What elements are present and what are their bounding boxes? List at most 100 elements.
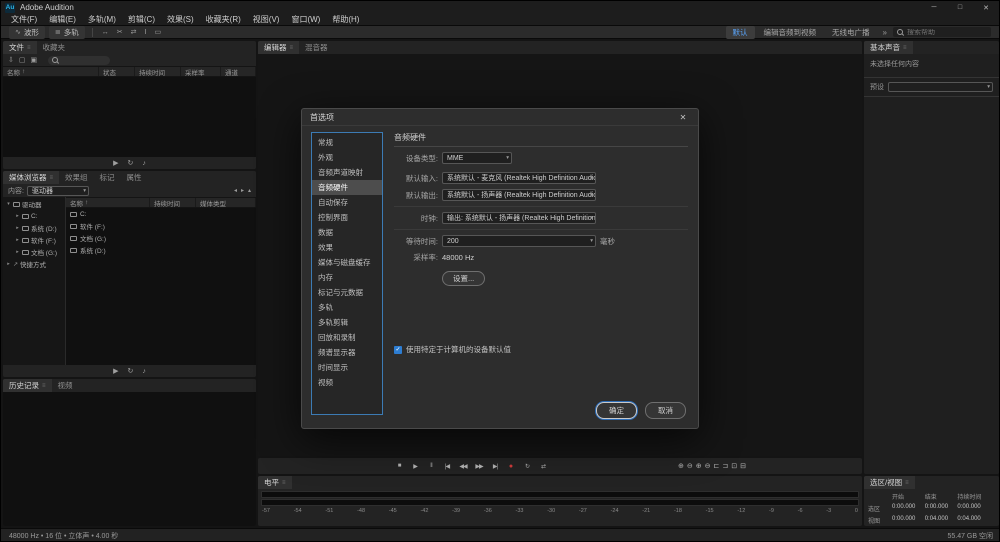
- selection-duration-value[interactable]: 0:00.000: [957, 504, 995, 513]
- nav-item-appearance[interactable]: 外观: [312, 150, 382, 165]
- column-sample-rate[interactable]: 采样率: [181, 67, 221, 76]
- preview-loop-button[interactable]: ↻: [128, 367, 134, 375]
- pause-button[interactable]: ‖: [424, 461, 438, 472]
- zoom-out-vertical-button[interactable]: ⊖: [705, 462, 711, 470]
- nav-item-markers-metadata[interactable]: 标记与元数据: [312, 285, 382, 300]
- stop-button[interactable]: ■: [392, 461, 406, 472]
- razor-tool-icon[interactable]: ✂: [115, 28, 125, 36]
- maximize-button[interactable]: □: [947, 1, 973, 14]
- workspace-tab-edit-audio-to-video[interactable]: 编辑音频到视频: [757, 26, 824, 39]
- tab-properties[interactable]: 属性: [121, 171, 148, 184]
- panel-menu-icon[interactable]: ≡: [282, 480, 286, 486]
- workspace-overflow-icon[interactable]: »: [879, 28, 891, 37]
- default-input-select[interactable]: 系统默认 - 麦克风 (Realtek High Definition Audi…: [442, 172, 596, 184]
- view-end-value[interactable]: 0:04.000: [925, 516, 958, 525]
- menu-edit[interactable]: 编辑(E): [43, 14, 82, 25]
- preview-volume-button[interactable]: ♪: [142, 160, 146, 167]
- tree-collapsed-icon[interactable]: ▸: [15, 225, 20, 231]
- tab-effects-rack[interactable]: 效果组: [59, 171, 94, 184]
- tree-item-drives[interactable]: ▾ 驱动器: [3, 198, 65, 210]
- zoom-in-point-button[interactable]: ⊏: [714, 462, 720, 470]
- skip-selection-button[interactable]: ⇄: [536, 461, 550, 472]
- view-duration-value[interactable]: 0:04.000: [957, 516, 995, 525]
- multitrack-view-button[interactable]: ≣ 多轨: [49, 26, 85, 39]
- record-button[interactable]: ●: [504, 461, 518, 472]
- tree-collapsed-icon[interactable]: ▸: [15, 213, 20, 219]
- nav-item-effects[interactable]: 效果: [312, 240, 382, 255]
- time-selection-tool-icon[interactable]: I: [143, 29, 149, 36]
- tab-video[interactable]: 视频: [52, 379, 79, 392]
- tab-selection-view[interactable]: 选区/视图 ≡: [864, 476, 915, 489]
- list-item[interactable]: 文档 (G:): [66, 232, 256, 244]
- preview-play-button[interactable]: ▶: [113, 159, 118, 167]
- nav-item-video[interactable]: 视频: [312, 375, 382, 390]
- tree-item-system-d[interactable]: ▸ 系统 (D:): [3, 222, 65, 234]
- selection-end-value[interactable]: 0:00.000: [925, 504, 958, 513]
- zoom-out-point-button[interactable]: ⊐: [722, 462, 728, 470]
- up-icon[interactable]: ▴: [248, 187, 251, 194]
- zoom-selection-button[interactable]: ⊡: [731, 462, 737, 470]
- panel-menu-icon[interactable]: ≡: [905, 480, 909, 486]
- help-search-box[interactable]: [893, 27, 991, 37]
- nav-item-audio-hardware[interactable]: 音频硬件: [312, 180, 382, 195]
- panel-menu-icon[interactable]: ≡: [50, 175, 54, 181]
- import-file-button[interactable]: ⇩: [8, 56, 14, 64]
- menu-effects[interactable]: 效果(S): [161, 14, 200, 25]
- menu-view[interactable]: 视图(V): [247, 14, 286, 25]
- zoom-in-vertical-button[interactable]: ⊕: [696, 462, 702, 470]
- close-button[interactable]: ✕: [973, 1, 999, 14]
- panel-menu-icon[interactable]: ≡: [903, 45, 907, 51]
- preview-loop-button[interactable]: ↻: [128, 159, 134, 167]
- nav-item-time-display[interactable]: 时间显示: [312, 360, 382, 375]
- panel-menu-icon[interactable]: ≡: [42, 383, 46, 389]
- cancel-button[interactable]: 取消: [645, 402, 686, 419]
- minimize-button[interactable]: ─: [921, 1, 947, 14]
- files-list[interactable]: [3, 77, 256, 157]
- tree-item-c-drive[interactable]: ▸ C:: [3, 210, 65, 222]
- menu-favorites[interactable]: 收藏夹(R): [200, 14, 247, 25]
- tab-levels[interactable]: 电平 ≡: [258, 476, 292, 489]
- rewind-button[interactable]: ◀◀: [456, 461, 470, 472]
- workspace-tab-radio[interactable]: 无线电广播: [825, 26, 877, 39]
- preview-volume-button[interactable]: ♪: [142, 368, 146, 375]
- menu-file[interactable]: 文件(F): [5, 14, 43, 25]
- preset-select[interactable]: ▾: [888, 82, 993, 92]
- help-search-input[interactable]: [907, 29, 989, 36]
- selection-start-value[interactable]: 0:00.000: [892, 504, 925, 513]
- loop-playback-button[interactable]: ↻: [520, 461, 534, 472]
- move-previous-button[interactable]: |◀: [440, 461, 454, 472]
- column-duration[interactable]: 持续时间: [150, 198, 196, 207]
- tab-favorites[interactable]: 收藏夹: [37, 41, 72, 54]
- nav-item-multitrack-clips[interactable]: 多轨剪辑: [312, 315, 382, 330]
- latency-select[interactable]: 200 ▾: [442, 235, 596, 247]
- nav-item-control-surface[interactable]: 控制界面: [312, 210, 382, 225]
- zoom-out-button[interactable]: ⊖: [687, 462, 693, 470]
- list-item[interactable]: C:: [66, 208, 256, 220]
- nav-item-spectral-display[interactable]: 频谱显示器: [312, 345, 382, 360]
- preview-play-button[interactable]: ▶: [113, 367, 118, 375]
- tab-media-browser[interactable]: 媒体浏览器 ≡: [3, 171, 59, 184]
- dialog-titlebar[interactable]: 首选项 ✕: [302, 109, 698, 126]
- content-select[interactable]: 驱动器 ▾: [27, 186, 89, 196]
- marquee-tool-icon[interactable]: ▭: [152, 28, 163, 36]
- nav-item-auto-save[interactable]: 自动保存: [312, 195, 382, 210]
- view-start-value[interactable]: 0:00.000: [892, 516, 925, 525]
- nav-item-playback-recording[interactable]: 回放和录制: [312, 330, 382, 345]
- menu-window[interactable]: 窗口(W): [285, 14, 326, 25]
- device-type-select[interactable]: MME ▾: [442, 152, 512, 164]
- menu-help[interactable]: 帮助(H): [326, 14, 365, 25]
- tab-history[interactable]: 历史记录 ≡: [3, 379, 52, 392]
- list-item[interactable]: 系统 (D:): [66, 244, 256, 256]
- forward-icon[interactable]: ▸: [241, 187, 244, 194]
- tree-expanded-icon[interactable]: ▾: [6, 201, 11, 207]
- panel-menu-icon[interactable]: ≡: [290, 45, 294, 51]
- move-tool-icon[interactable]: ↔: [100, 29, 111, 36]
- dialog-close-button[interactable]: ✕: [676, 113, 690, 122]
- column-duration[interactable]: 持续时间: [135, 67, 181, 76]
- ok-button[interactable]: 确定: [596, 402, 637, 419]
- tab-essential-sound[interactable]: 基本声音 ≡: [864, 41, 913, 54]
- tree-collapsed-icon[interactable]: ▸: [15, 237, 20, 243]
- tab-markers[interactable]: 标记: [94, 171, 121, 184]
- menu-multitrack[interactable]: 多轨(M): [82, 14, 122, 25]
- tree-collapsed-icon[interactable]: ▸: [15, 249, 20, 255]
